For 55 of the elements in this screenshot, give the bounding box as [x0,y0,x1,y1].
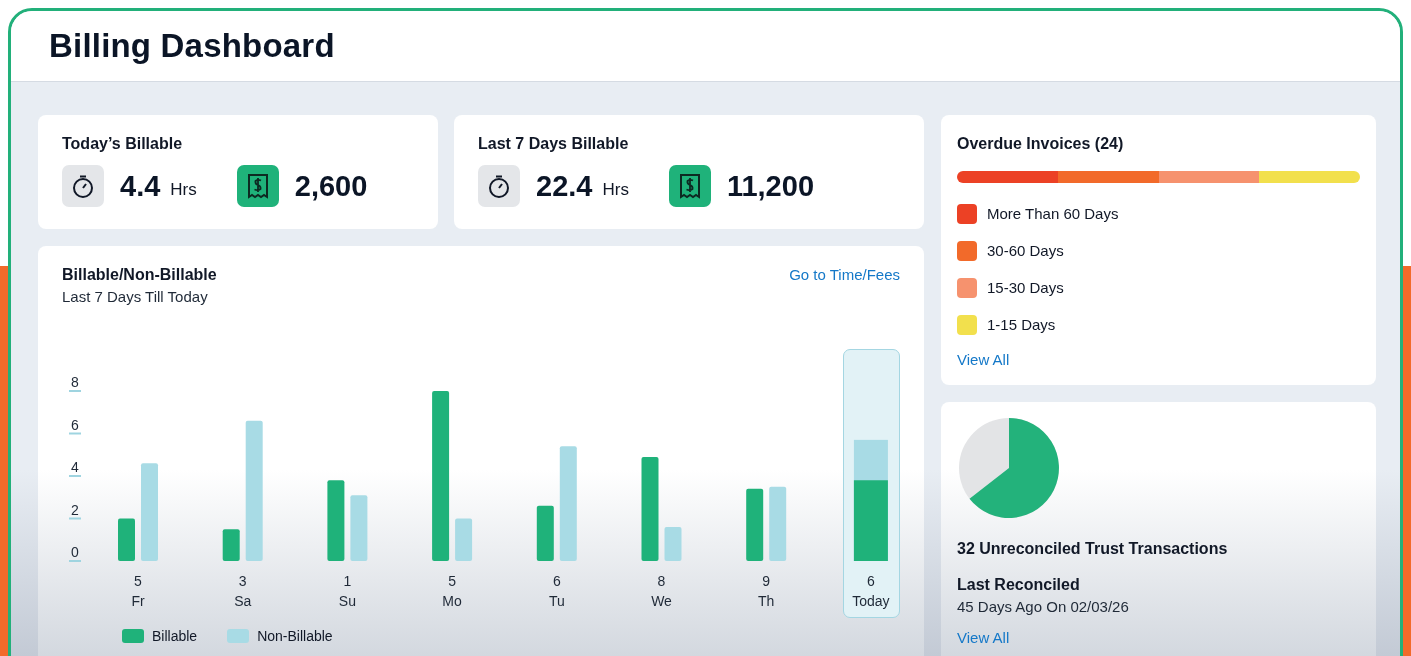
bar [222,529,240,561]
legend-label: 30-60 Days [987,242,1064,259]
y-tick: 2 [68,501,82,520]
date-label: 6 [867,573,875,589]
legend-label: 15-30 Days [987,279,1064,296]
chart-subtitle: Last 7 Days Till Today [62,288,209,305]
date-label: 1 [343,573,352,589]
time-fees-link[interactable]: Go to Time/Fees [789,266,900,283]
y-tick: 4 [68,459,82,477]
hours-value: 22.4 [536,169,593,203]
trust-title: 32 Unreconciled Trust Transactions [957,540,1229,558]
bar [118,518,135,561]
view-all-link[interactable]: View All [957,351,1010,368]
date-label: 5 [134,573,142,589]
hours-unit: Hrs [170,180,197,200]
date-label: 6 [552,573,561,589]
reconciled-detail: 45 Days Ago On 02/03/26 [957,598,1130,615]
y-tick: 0 [68,544,82,562]
reconciled-label: Last Reconciled [957,576,1081,594]
page-title: Billing Dashboard [49,27,335,65]
card-title: Last 7 Days Billable [478,135,630,153]
chart-title: Billable/Non-Billable [62,266,217,284]
receipt-icon [236,165,279,207]
date-label: 8 [657,573,666,589]
day-label: Mo [442,593,462,609]
legend-label: More Than 60 Days [987,205,1119,222]
card-title: Today’s Billable [62,135,184,153]
bar [350,495,368,561]
date-label: 9 [762,573,771,589]
receipt-icon [668,165,711,207]
legend-label: Billable [152,628,198,644]
day-label: Tu [548,593,565,609]
day-label: Su [338,593,356,609]
amount-value: 11,200 [726,169,814,203]
bar [664,527,682,561]
date-label: 3 [238,573,247,589]
day-label: Th [758,593,775,609]
date-label: 5 [448,573,456,589]
day-label: Today [852,593,890,609]
stopwatch-icon [478,165,520,207]
bar [455,518,473,561]
stopwatch-icon [62,165,104,207]
day-label: We [651,593,672,609]
legend-label: 1-15 Days [987,316,1056,333]
y-tick: 8 [68,374,82,392]
view-all-link[interactable]: View All [957,629,1010,646]
day-label: Sa [234,593,252,609]
card-title: Overdue Invoices (24) [957,135,1125,153]
day-label: Fr [131,593,145,609]
hours-value: 4.4 [120,169,161,203]
hours-unit: Hrs [602,180,629,200]
y-tick: 6 [68,416,82,435]
legend-label: Non-Billable [257,628,333,644]
bar [536,505,554,561]
amount-value: 2,600 [294,169,368,203]
